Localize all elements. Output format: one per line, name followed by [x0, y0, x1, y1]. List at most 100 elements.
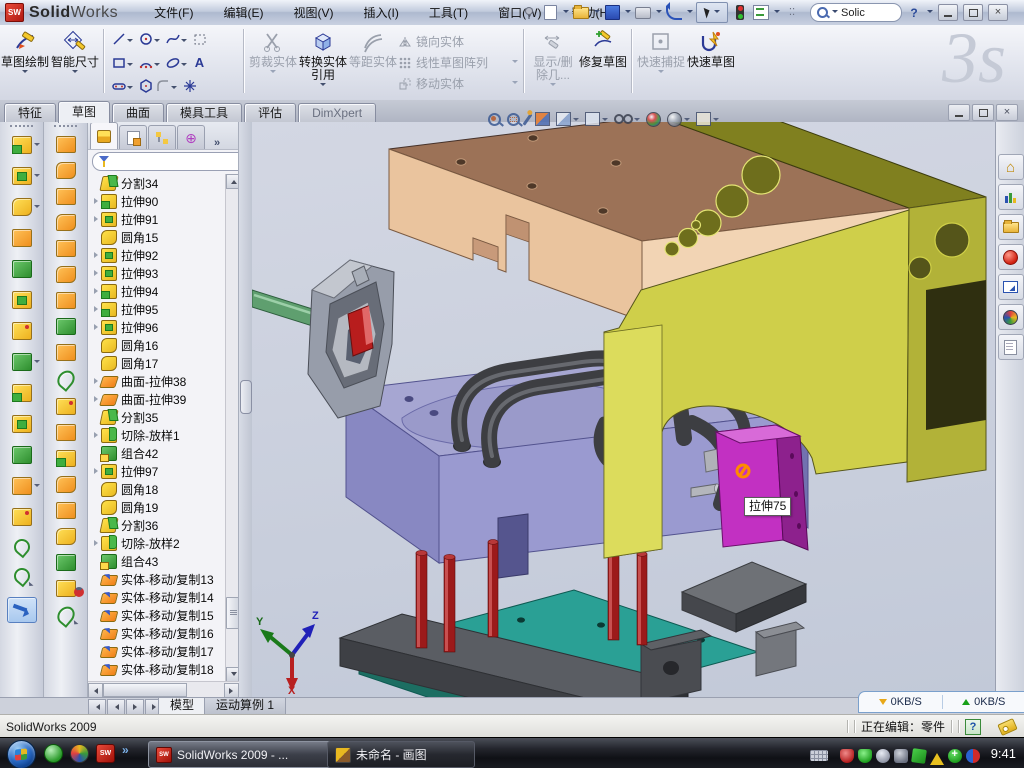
tree-item[interactable]: 分割35 [88, 408, 225, 426]
menu-view[interactable]: 视图(V) [285, 1, 341, 24]
security-alert-tray-icon[interactable] [840, 749, 854, 763]
smart-dimension-button[interactable]: 智能尺寸 [50, 25, 100, 100]
design-checker-icon[interactable] [731, 4, 749, 22]
new-document-button[interactable] [541, 4, 559, 22]
planar-surface-icon[interactable] [56, 266, 76, 283]
menu-file[interactable]: 文件(F) [146, 1, 201, 24]
offset-entities-button[interactable]: 等距实体 [348, 25, 398, 100]
tab-sketch[interactable]: 草图 [58, 101, 110, 123]
tree-item[interactable]: 拉伸90 [88, 192, 225, 210]
configuration-manager-tab[interactable] [148, 125, 176, 149]
scroll-thumb[interactable] [103, 683, 187, 697]
tab-evaluate[interactable]: 评估 [244, 103, 296, 122]
filled-surface-icon[interactable] [56, 240, 76, 257]
replace-face-icon[interactable] [56, 424, 76, 441]
shell-icon[interactable] [12, 291, 32, 309]
expand-arrow-icon[interactable] [94, 540, 98, 546]
rectangle-tool-icon[interactable] [110, 54, 127, 71]
toolbar-grip[interactable] [54, 125, 77, 132]
tree-item[interactable]: 圆角19 [88, 498, 225, 516]
appearances-button[interactable] [998, 304, 1024, 330]
panel-splitter[interactable] [238, 122, 252, 697]
tree-item[interactable]: 圆角18 [88, 480, 225, 498]
doc-restore-button[interactable] [972, 104, 994, 121]
save-button[interactable] [603, 4, 621, 22]
expand-arrow-icon[interactable] [94, 324, 98, 330]
property-manager-tab[interactable] [119, 125, 147, 149]
extend-surface-icon[interactable] [56, 476, 76, 493]
panel-overflow-chevron[interactable]: » [214, 137, 220, 149]
feature-manager-tab[interactable] [90, 122, 118, 149]
tree-filter-input[interactable] [92, 152, 248, 171]
point-tool-icon[interactable] [181, 78, 198, 95]
convert-entities-button[interactable]: 转换实体引用 [298, 25, 348, 100]
update-tray-icon[interactable] [876, 749, 890, 763]
toolbar-grip[interactable] [10, 125, 33, 132]
trim-surface-icon[interactable] [53, 367, 77, 392]
tree-item[interactable]: 切除-放样1 [88, 426, 225, 444]
display-delete-relations-button[interactable]: 显示/删除几... [528, 25, 578, 100]
tree-item[interactable]: 拉伸91 [88, 210, 225, 228]
scroll-left-button[interactable] [88, 683, 103, 698]
zoom-fit-button[interactable] [488, 113, 501, 126]
tree-item[interactable]: 实体-移动/复制18 [88, 660, 225, 678]
restore-button[interactable] [963, 4, 983, 21]
freeform-icon[interactable] [56, 554, 76, 571]
section-view-button[interactable] [535, 112, 550, 126]
knit-surface-icon[interactable] [56, 318, 76, 335]
new-dropdown-icon[interactable] [563, 10, 569, 16]
search-box[interactable]: Solic [810, 3, 902, 22]
sync-tray-icon[interactable] [911, 748, 927, 764]
expand-arrow-icon[interactable] [94, 252, 98, 258]
curve-icon[interactable] [10, 536, 33, 559]
open-dropdown-icon[interactable] [594, 10, 600, 16]
swept-surface-icon[interactable] [56, 162, 76, 179]
solidworks-quick-launch-icon[interactable]: SW [96, 744, 115, 763]
doc-close-button[interactable]: × [996, 104, 1018, 121]
solidworks-resources-button[interactable]: ⌂ [998, 154, 1024, 180]
print-button[interactable] [634, 4, 652, 22]
tab-features[interactable]: 特征 [4, 103, 56, 122]
custom-properties-button[interactable] [998, 334, 1024, 360]
tree-item[interactable]: 拉伸93 [88, 264, 225, 282]
scroll-right-button[interactable] [224, 683, 239, 698]
toolbox-button[interactable] [998, 244, 1024, 270]
expand-arrow-icon[interactable] [94, 288, 98, 294]
repair-sketch-button[interactable]: 修复草图 [578, 25, 628, 100]
input-method-icon[interactable] [810, 750, 828, 761]
tree-item[interactable]: 切除-放样2 [88, 534, 225, 552]
tree-item[interactable]: 圆角16 [88, 336, 225, 354]
expand-arrow-icon[interactable] [94, 198, 98, 204]
health-tray-icon[interactable] [948, 749, 962, 763]
revolved-surface-icon[interactable] [56, 136, 76, 153]
spline-icon[interactable] [10, 565, 33, 588]
quick-tips-icon[interactable]: ? [965, 719, 981, 735]
dimxpert-manager-tab[interactable]: ⊕ [177, 125, 205, 149]
magenta-block[interactable] [716, 425, 808, 550]
previous-view-button[interactable] [526, 113, 529, 126]
expand-arrow-icon[interactable] [94, 468, 98, 474]
tree-item[interactable]: 组合42 [88, 444, 225, 462]
delete-face-icon[interactable] [56, 398, 76, 415]
tree-item[interactable]: 曲面-拉伸39 [88, 390, 225, 408]
tree-item[interactable]: 圆角15 [88, 228, 225, 246]
dome-icon[interactable] [56, 528, 76, 545]
swept-boss-icon[interactable] [12, 229, 32, 247]
tree-item[interactable]: 拉伸94 [88, 282, 225, 300]
search-dropdown-icon[interactable] [832, 10, 838, 16]
quick-snaps-button[interactable]: 快速捕捉 [636, 25, 686, 100]
selection-tool-icon[interactable] [191, 31, 208, 48]
first-tab-button[interactable] [88, 699, 106, 715]
pin-icon[interactable] [520, 4, 538, 22]
sketch-button[interactable]: 草图绘制 [0, 25, 50, 100]
zoom-area-button[interactable] [507, 113, 520, 126]
slot-tool-icon[interactable] [110, 78, 127, 95]
next-tab-button[interactable] [126, 699, 144, 715]
offset-surface-icon[interactable] [56, 292, 76, 309]
expand-arrow-icon[interactable] [94, 396, 98, 402]
taskbar-window-paint[interactable]: 未命名 - 画图 [327, 741, 475, 768]
instant3d-button[interactable] [7, 597, 37, 623]
mirror-entities-button[interactable]: 镜向实体 [398, 33, 520, 51]
move-entities-button[interactable]: 移动实体 [398, 75, 520, 93]
spline-tool-icon[interactable] [164, 31, 181, 48]
